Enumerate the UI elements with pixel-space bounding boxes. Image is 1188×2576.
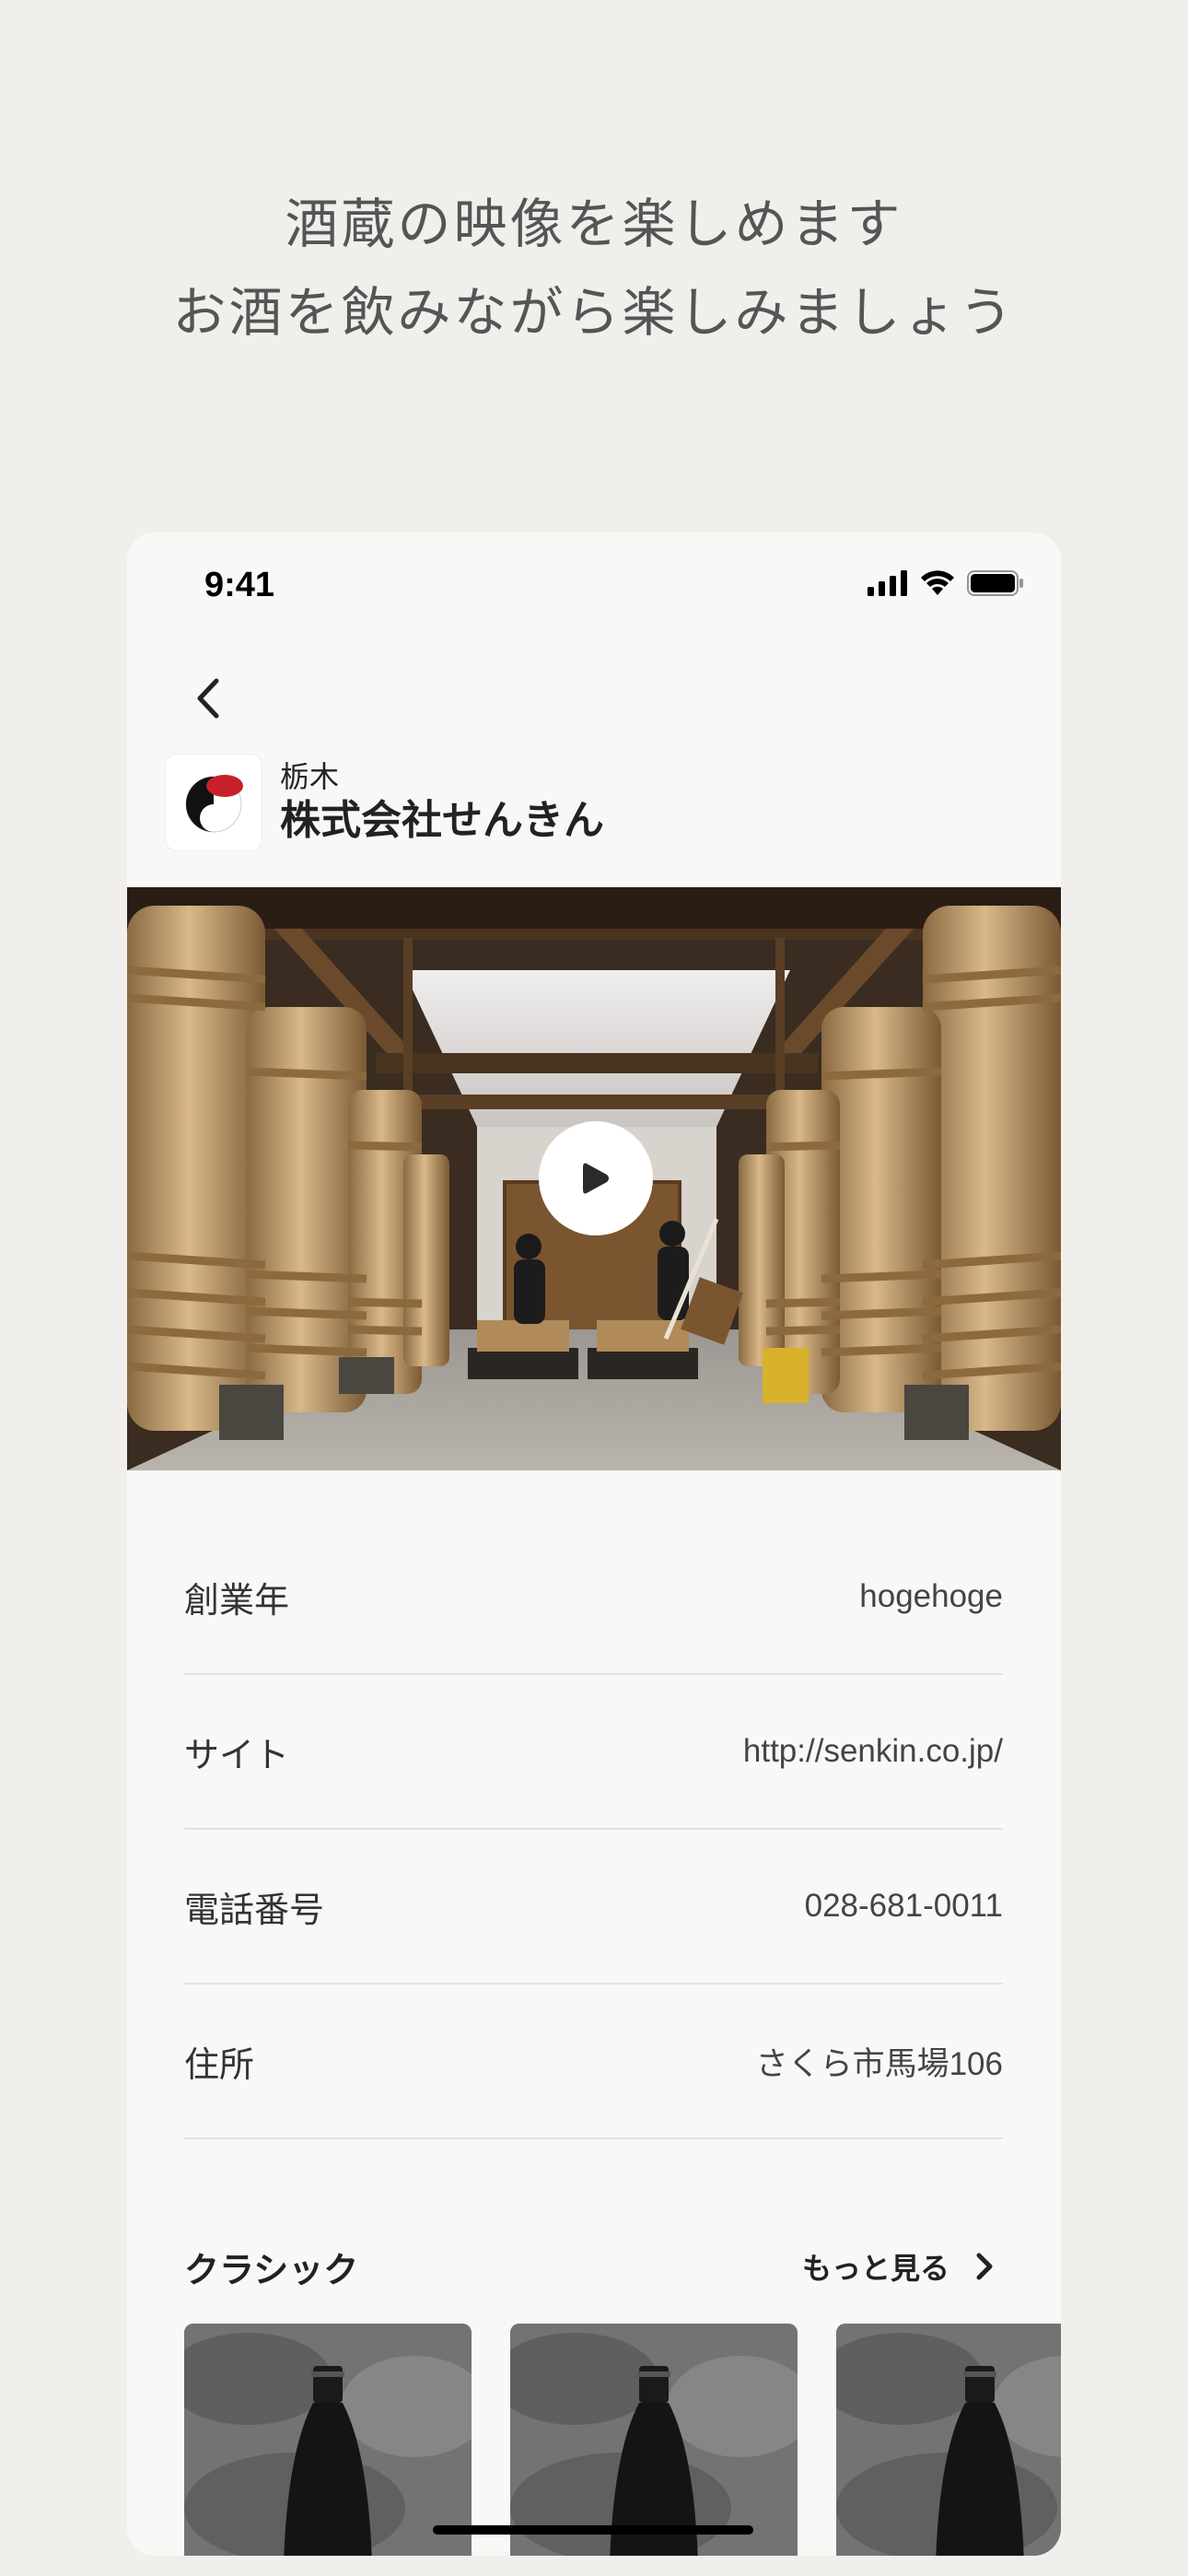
info-value: hogehoge [859,1578,1003,1614]
promo-line-1: 酒蔵の映像を楽しめます [285,193,903,255]
product-card[interactable] [510,2324,798,2556]
product-carousel[interactable] [184,2324,1061,2556]
chevron-left-icon [197,678,219,719]
home-indicator[interactable] [433,2525,753,2535]
see-more-link[interactable]: もっと見る [802,2245,1003,2288]
classic-section-header: クラシック もっと見る [184,2239,1003,2294]
see-more-label: もっと見る [801,2251,949,2286]
brewery-header: 栃木 株式会社せんきん [166,754,604,851]
promo-line-2: お酒を飲みながら楽しみましょう [172,281,1016,344]
product-image [184,2324,472,2556]
play-button[interactable] [539,1121,653,1235]
chevron-right-icon [976,2253,993,2280]
info-row-site[interactable]: サイト http://senkin.co.jp/ [184,1675,1003,1830]
info-row-phone[interactable]: 電話番号 028-681-0011 [184,1830,1003,1985]
brewery-prefecture: 栃木 [280,759,340,794]
status-icons [868,569,1024,597]
back-button[interactable] [171,662,245,735]
wifi-icon [921,570,954,595]
product-card[interactable] [836,2324,1061,2556]
status-time: 9:41 [204,566,275,604]
product-image [510,2324,798,2556]
info-label: 電話番号 [184,1889,325,1930]
status-bar: 9:41 [127,533,1061,643]
info-label: サイト [184,1734,290,1775]
info-row-founded: 創業年 hogehoge [184,1520,1003,1675]
product-image [836,2324,1061,2556]
info-value: さくら市馬場106 [755,2045,1003,2082]
brewery-video[interactable] [127,887,1061,1470]
info-label: 住所 [184,2043,255,2085]
cellular-signal-icon [868,570,907,596]
play-icon [583,1163,609,1194]
brewery-info-list: 創業年 hogehoge サイト http://senkin.co.jp/ 電話… [184,1520,1003,2139]
site-link[interactable]: http://senkin.co.jp/ [743,1733,1003,1770]
section-title: クラシック [184,2249,359,2290]
promo-headline: 酒蔵の映像を楽しめます お酒を飲みながら楽しみましょう [0,180,1188,357]
product-card[interactable] [184,2324,472,2556]
brewery-name: 株式会社せんきん [280,797,604,844]
phone-screen: 9:41 栃木 株式会社せんきん 創業年 hogehoge サイト http:/… [127,533,1061,2556]
info-row-address: 住所 さくら市馬場106 [184,1985,1003,2139]
phone-link[interactable]: 028-681-0011 [805,1888,1003,1925]
brewery-logo [166,755,262,850]
info-label: 創業年 [184,1579,290,1621]
battery-icon [967,570,1023,596]
brewery-logo-mark [185,775,243,833]
